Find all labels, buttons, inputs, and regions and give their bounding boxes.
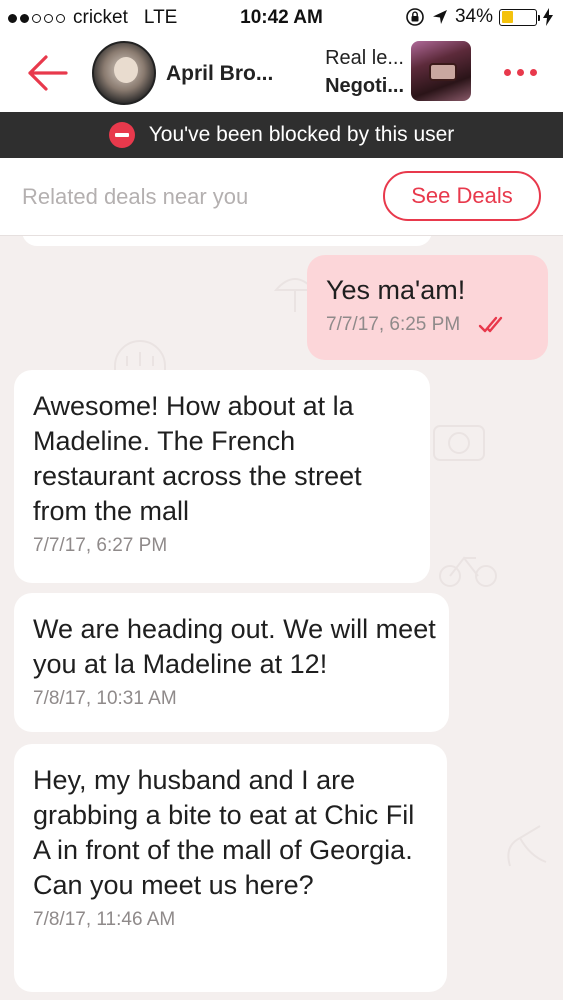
- message-bubble-outgoing[interactable]: Yes ma'am! 7/7/17, 6:25 PM: [307, 255, 548, 360]
- message-timestamp: 7/8/17, 11:46 AM: [33, 909, 433, 931]
- message-time: 7/8/17, 11:46 AM: [33, 909, 176, 930]
- see-deals-button[interactable]: See Deals: [383, 171, 541, 221]
- chat-area[interactable]: Yes ma'am! 7/7/17, 6:25 PM Awesome! How …: [0, 236, 563, 1000]
- message-text: Yes ma'am!: [326, 275, 466, 305]
- message-timestamp: 7/7/17, 6:25 PM: [326, 314, 528, 336]
- user-avatar[interactable]: [92, 41, 156, 105]
- message-bubble-incoming[interactable]: Hey, my husband and I are grabbing a bit…: [14, 744, 447, 992]
- charging-bolt-icon: [543, 8, 553, 26]
- blocked-icon: [108, 122, 135, 148]
- lock-rotation-icon: [406, 8, 424, 26]
- double-check-icon: [478, 316, 503, 333]
- message-bubble-partial: [22, 236, 432, 246]
- message-bubble-incoming[interactable]: Awesome! How about at la Madeline. The F…: [14, 370, 430, 583]
- background-doodle-icon: [439, 556, 497, 587]
- item-status: Negoti...: [325, 75, 404, 97]
- related-deals-label: Related deals near you: [22, 184, 249, 209]
- message-time: 7/7/17, 6:27 PM: [33, 535, 168, 556]
- message-text: Hey, my husband and I are grabbing a bit…: [33, 765, 415, 900]
- message-time: 7/7/17, 6:25 PM: [326, 314, 461, 335]
- background-doodle-icon: [433, 425, 485, 461]
- user-name[interactable]: April Bro...: [166, 62, 273, 86]
- item-thumbnail[interactable]: [411, 41, 471, 101]
- related-deals-bar: Related deals near you See Deals: [0, 158, 563, 236]
- background-doodle-icon: [507, 825, 547, 867]
- message-time: 7/8/17, 10:31 AM: [33, 688, 177, 709]
- location-arrow-icon: [432, 10, 447, 24]
- blocked-banner: You've been blocked by this user: [0, 112, 563, 158]
- more-dots-icon[interactable]: [504, 69, 537, 76]
- battery-percent: 34%: [454, 6, 493, 27]
- status-bar: cricket LTE 10:42 AM 34%: [0, 0, 563, 36]
- message-timestamp: 7/8/17, 10:31 AM: [33, 688, 439, 710]
- item-info[interactable]: Real le... Negoti...: [304, 44, 404, 100]
- blocked-text: You've been blocked by this user: [148, 123, 455, 146]
- message-bubble-incoming[interactable]: We are heading out. We will meet you at …: [14, 593, 449, 732]
- status-right: 34%: [405, 6, 553, 28]
- message-timestamp: 7/7/17, 6:27 PM: [33, 535, 412, 557]
- battery-icon: [499, 8, 540, 26]
- message-text: We are heading out. We will meet you at …: [33, 614, 436, 679]
- back-arrow-icon[interactable]: [26, 54, 68, 92]
- message-text: Awesome! How about at la Madeline. The F…: [33, 391, 362, 526]
- item-title: Real le...: [325, 47, 404, 69]
- conversation-header: April Bro... Real le... Negoti...: [0, 36, 563, 112]
